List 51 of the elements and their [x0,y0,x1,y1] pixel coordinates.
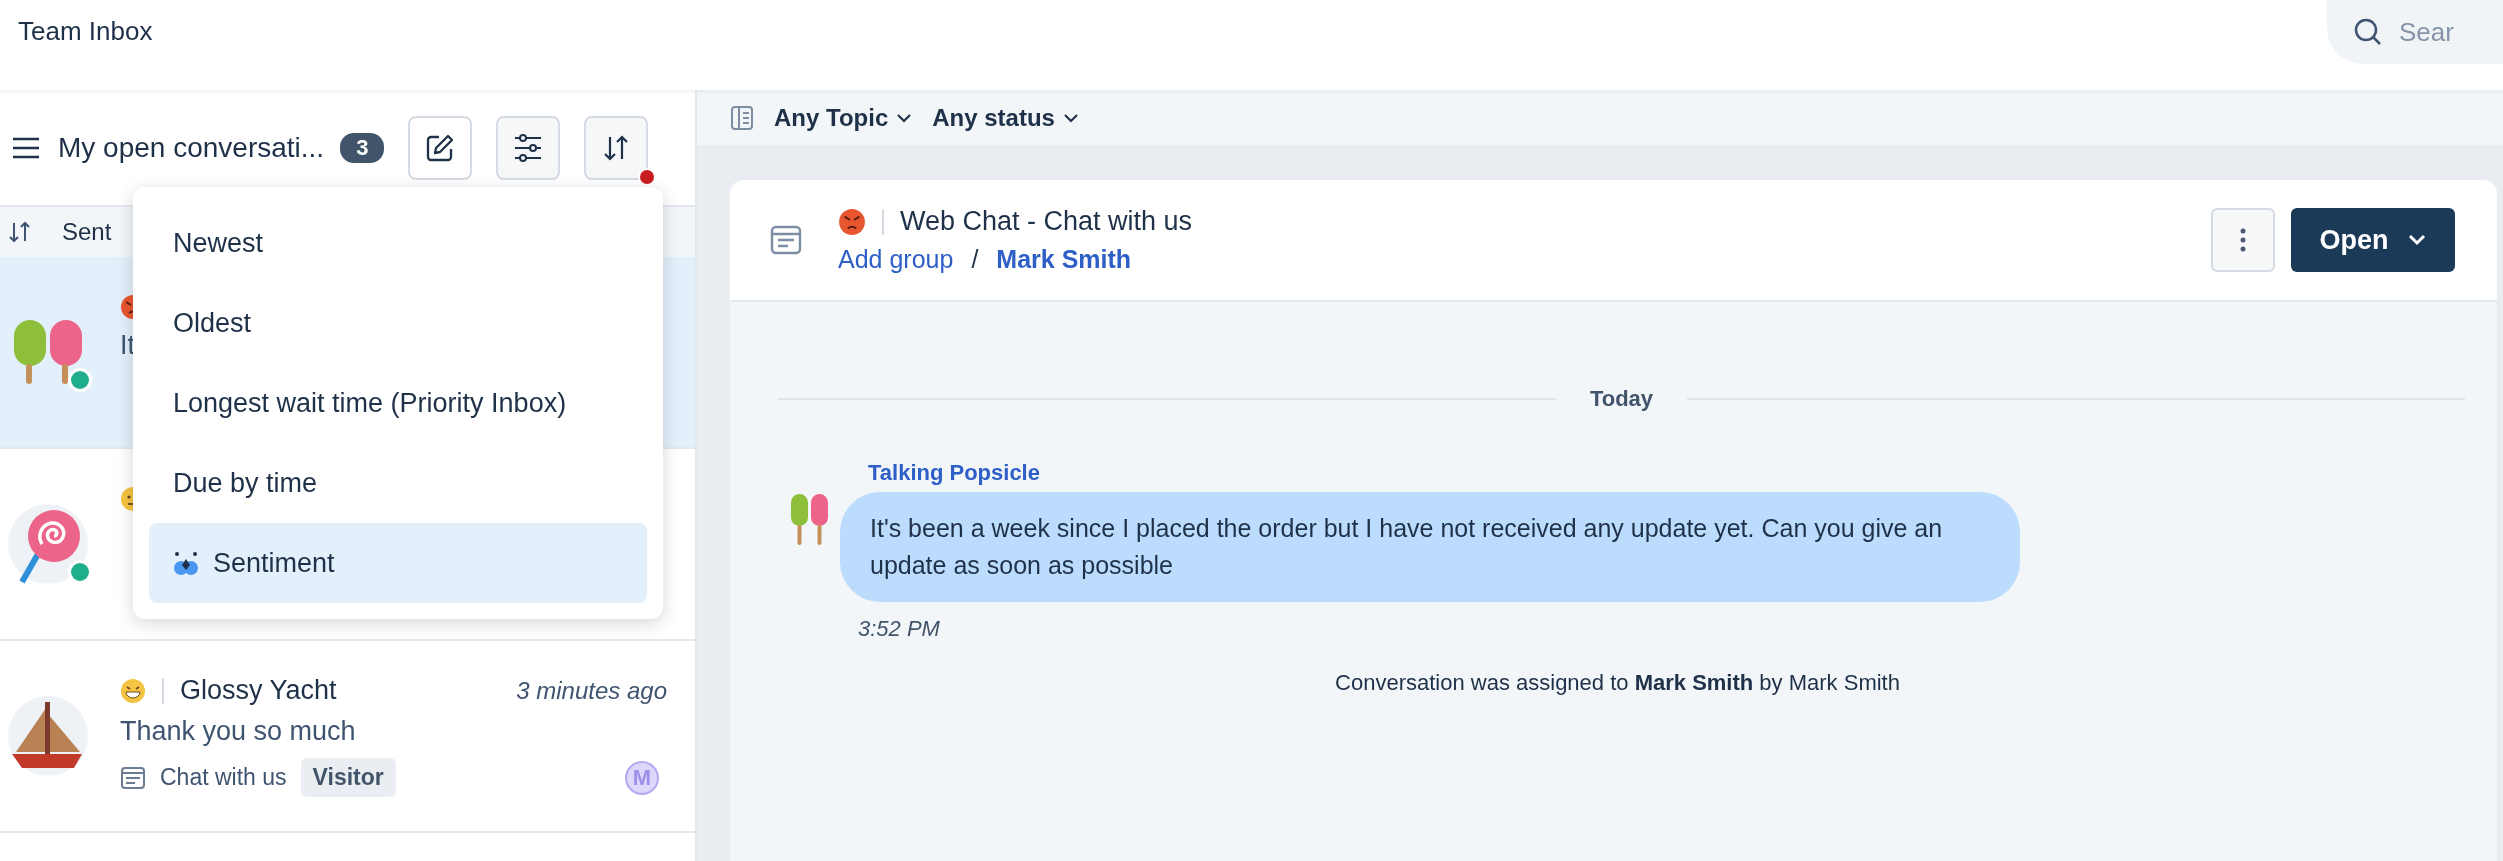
assignee-avatar: M [625,760,659,795]
search-field[interactable]: Sear [2397,15,2501,49]
chevron-icon [2406,234,2427,246]
menu-item[interactable]: Sentiment [149,523,647,603]
sort-button[interactable] [584,115,649,180]
filter-button[interactable] [496,115,561,180]
popsicle-icon [790,492,830,548]
topic-icon [730,104,754,131]
filter-dropdown[interactable]: Any Topic [774,103,913,132]
more-icon [2240,228,2246,252]
message-bubble: It's been a week since I placed the order but I have not received any update yet. Can you give an update as soon as possible [840,492,2020,602]
sort-label[interactable]: Sent [62,218,112,246]
message-preview: Thank you so much [120,716,356,746]
contact-name: Glossy Yacht [180,675,337,706]
face-icon [120,677,146,704]
add-group-link[interactable]: Add group [838,245,954,274]
chevron-icon [896,112,913,123]
menu-item[interactable]: Oldest [149,283,647,363]
page-title: Team Inbox [18,16,153,47]
menu-item[interactable]: Newest [149,203,647,283]
view-title[interactable]: My open conversati... [58,131,325,164]
message-time: 3:52 PM [858,616,941,642]
compose-button[interactable] [408,115,473,180]
conversation-title: Web Chat - Chat with us [900,206,1193,237]
pencil-icon [425,132,456,163]
lollipop-icon [8,504,88,584]
menu-item[interactable]: Longest wait time (Priority Inbox) [149,363,647,443]
visitor-tag: Visitor [300,758,396,797]
sailboat-icon [8,696,88,776]
channel-name: Chat with us [160,764,287,791]
timestamp: 3 minutes ago [516,676,667,705]
sort-icon[interactable] [8,221,32,243]
menu-icon[interactable] [12,136,40,159]
assignee-link[interactable]: Mark Smith [996,245,1132,274]
date-divider: Today [1589,386,1654,412]
path-separator: / [971,245,979,274]
conversation-item[interactable]: Glossy Yacht 3 minutes ago Thank you so much Chat with us Visitor M [0,641,695,833]
sender-name: Talking Popsicle [868,460,1041,486]
chevron-icon [1062,112,1079,123]
sparkle-icon [173,550,199,576]
sliders-icon [513,133,544,162]
search-icon [2353,17,2383,47]
count-badge: 3 [340,132,385,163]
face-icon [838,207,866,236]
status-button[interactable]: Open [2291,208,2455,272]
filter-dropdown[interactable]: Any status [932,103,1079,132]
search-bar[interactable]: Sear [2327,0,2503,64]
menu-item[interactable]: Due by time [149,443,647,523]
chat-icon [770,224,802,256]
chat-icon [120,764,146,791]
assignment-event: Conversation was assigned to Mark Smith by Mark Smith [1334,670,1901,696]
